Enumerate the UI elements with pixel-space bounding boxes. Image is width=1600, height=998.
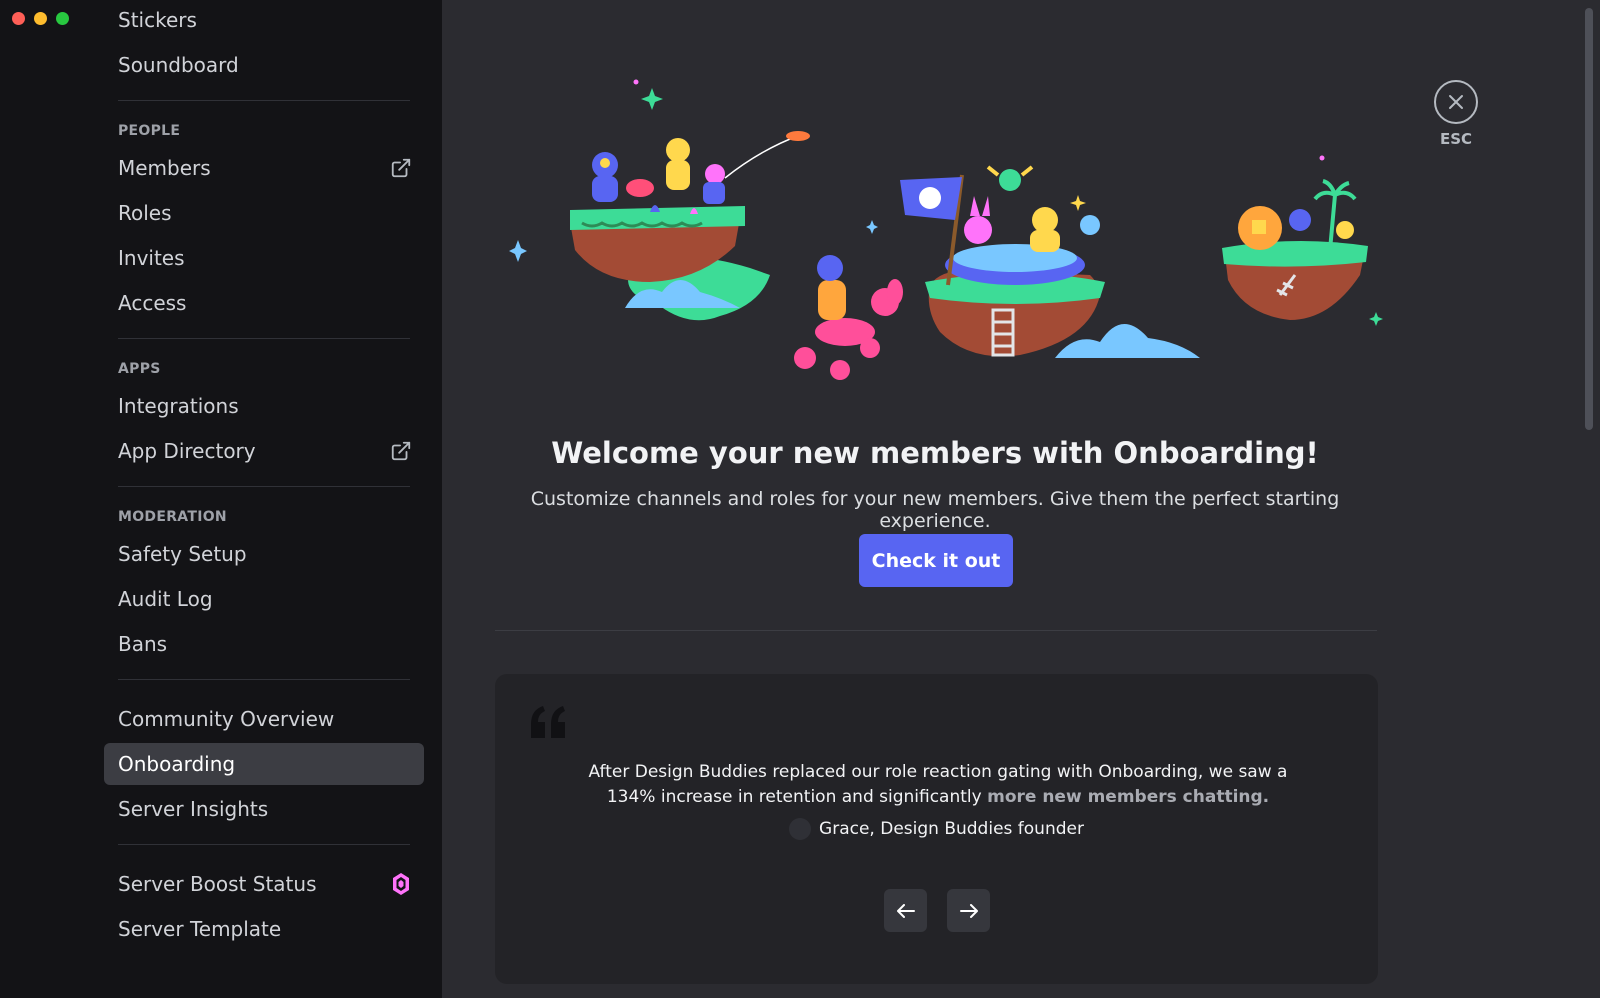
- sidebar-item-label: Members: [118, 156, 211, 180]
- sidebar-item-app-directory[interactable]: App Directory: [104, 430, 424, 472]
- sidebar-item-label: Server Insights: [118, 797, 269, 821]
- onboarding-hero-illustration: [509, 79, 1383, 380]
- sidebar-item-label: Integrations: [118, 394, 239, 418]
- page-title: Welcome your new members with Onboarding…: [551, 436, 1319, 470]
- close-settings: ESC: [1430, 80, 1482, 148]
- testimonial-highlight: more new members chatting.: [987, 787, 1270, 807]
- sidebar-item-label: Bans: [118, 632, 168, 656]
- window-maximize-button[interactable]: [56, 12, 69, 25]
- sidebar-divider: [118, 486, 410, 487]
- quote-icon: [531, 706, 565, 738]
- testimonial-author: Grace, Design Buddies founder: [495, 818, 1378, 840]
- content-divider: [495, 630, 1377, 631]
- sidebar-item-label: Roles: [118, 201, 172, 225]
- testimonial-card: After Design Buddies replaced our role r…: [495, 674, 1378, 984]
- sidebar-item-safety-setup[interactable]: Safety Setup: [104, 533, 424, 575]
- sidebar-section-header-people: PEOPLE: [118, 123, 181, 139]
- scrollbar[interactable]: [1582, 0, 1596, 998]
- close-button[interactable]: [1434, 80, 1478, 124]
- previous-testimonial-button[interactable]: [884, 889, 927, 932]
- sidebar-item-audit-log[interactable]: Audit Log: [104, 578, 424, 620]
- settings-nav: Stickers Soundboard PEOPLE Members Roles…: [104, 0, 424, 953]
- external-link-icon: [391, 441, 411, 461]
- sidebar-item-label: Safety Setup: [118, 542, 247, 566]
- esc-label: ESC: [1439, 130, 1473, 148]
- sidebar-item-members[interactable]: Members: [104, 147, 424, 189]
- sidebar-item-roles[interactable]: Roles: [104, 192, 424, 234]
- sidebar-item-soundboard[interactable]: Soundboard: [104, 44, 424, 86]
- sidebar-item-server-boost-status[interactable]: Server Boost Status: [104, 863, 424, 905]
- sidebar-divider: [118, 100, 410, 101]
- sidebar-item-label: Access: [118, 291, 187, 315]
- next-testimonial-button[interactable]: [947, 889, 990, 932]
- sidebar-item-community-overview[interactable]: Community Overview: [104, 698, 424, 740]
- app-window: Stickers Soundboard PEOPLE Members Roles…: [0, 0, 1600, 998]
- balloon-dog: [794, 255, 903, 380]
- testimonial-quote: After Design Buddies replaced our role r…: [585, 760, 1291, 810]
- sidebar-item-label: Soundboard: [118, 53, 239, 77]
- sidebar-item-label: Server Template: [118, 917, 282, 941]
- sidebar-divider: [118, 844, 410, 845]
- arrow-right-icon: [959, 903, 978, 918]
- sidebar-item-invites[interactable]: Invites: [104, 237, 424, 279]
- testimonial-author-name: Grace, Design Buddies founder: [819, 819, 1084, 839]
- sidebar-item-access[interactable]: Access: [104, 282, 424, 324]
- sidebar-divider: [118, 338, 410, 339]
- sidebar-item-label: Stickers: [118, 8, 197, 32]
- sidebar-item-label: Invites: [118, 246, 185, 270]
- arrow-left-icon: [896, 903, 915, 918]
- window-controls: [12, 12, 69, 25]
- sidebar-item-server-template[interactable]: Server Template: [104, 908, 424, 950]
- sidebar-section-header-apps: APPS: [118, 361, 161, 377]
- island-center: [900, 165, 1105, 357]
- sidebar-item-stickers[interactable]: Stickers: [104, 0, 424, 41]
- sidebar-item-server-insights[interactable]: Server Insights: [104, 788, 424, 830]
- sidebar-item-label: Onboarding: [118, 752, 236, 776]
- sidebar-item-onboarding[interactable]: Onboarding: [104, 743, 424, 785]
- scrollbar-thumb[interactable]: [1585, 8, 1593, 430]
- avatar: [789, 818, 812, 840]
- window-close-button[interactable]: [12, 12, 25, 25]
- external-link-icon: [391, 158, 411, 178]
- island-right: [1222, 179, 1368, 320]
- sidebar-divider: [118, 679, 410, 680]
- window-minimize-button[interactable]: [34, 12, 47, 25]
- sidebar-item-label: App Directory: [118, 439, 256, 463]
- sidebar-item-label: Community Overview: [118, 707, 335, 731]
- sidebar-item-bans[interactable]: Bans: [104, 623, 424, 665]
- sidebar-item-label: Audit Log: [118, 587, 213, 611]
- boost-gem-icon: [393, 873, 409, 895]
- sidebar-item-label: Server Boost Status: [118, 872, 317, 896]
- close-icon: [1449, 95, 1463, 109]
- sidebar-item-integrations[interactable]: Integrations: [104, 385, 424, 427]
- sidebar-section-header-moderation: MODERATION: [118, 509, 227, 525]
- page-subtitle: Customize channels and roles for your ne…: [530, 488, 1340, 532]
- check-it-out-button[interactable]: Check it out: [859, 534, 1013, 587]
- settings-sidebar: Stickers Soundboard PEOPLE Members Roles…: [0, 0, 442, 998]
